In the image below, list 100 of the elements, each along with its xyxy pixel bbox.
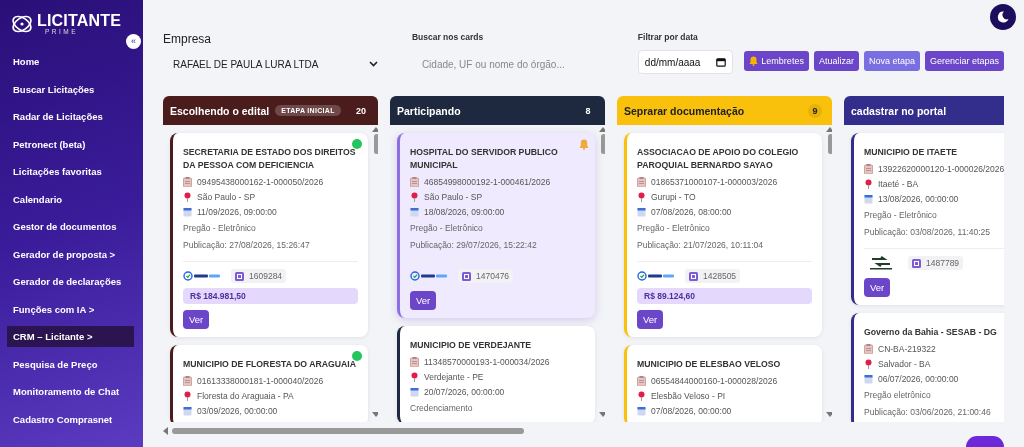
pin-icon [864, 178, 873, 189]
sidebar-item[interactable]: Cadastro Comprasnet [7, 408, 134, 430]
location: Salvador - BA [878, 358, 931, 369]
sidebar-item[interactable]: Home [7, 51, 134, 72]
card-title: Governo da Bahia - SESAB - DG [864, 326, 997, 339]
clipboard-icon [410, 176, 419, 187]
date-time: 20/07/2026, 00:00:00 [424, 386, 505, 397]
pin-icon [183, 390, 192, 401]
toolbar-button[interactable]: Atualizar [813, 51, 859, 71]
sidebar-item[interactable]: Petronect (beta) [7, 133, 134, 155]
portal-id-text: 1487789 [926, 258, 960, 268]
calendar-icon [715, 57, 726, 67]
clipboard-icon [410, 356, 419, 367]
process-number: 06554844000160-1-000028/2026 [651, 375, 778, 386]
collapse-button[interactable]: « [126, 34, 141, 49]
view-button[interactable]: Ver [637, 310, 664, 329]
card-title: HOSPITAL DO SERVIDOR PUBLICO MUNICIPAL [410, 146, 559, 172]
sidebar-item[interactable]: Pesquisa de Preço [7, 353, 134, 375]
id-icon [462, 271, 471, 281]
field-label: Filtrar por data [637, 32, 699, 42]
view-button[interactable]: Ver [864, 278, 891, 297]
bell-icon [749, 56, 759, 66]
pin-icon [637, 191, 646, 202]
view-button[interactable]: Ver [183, 310, 210, 329]
location: São Paulo - SP [424, 191, 483, 202]
modality: Pregão - Eletrônico [410, 222, 484, 235]
theme-toggle[interactable] [990, 4, 1016, 30]
calendar-icon [864, 193, 873, 204]
clipboard-icon [864, 163, 873, 174]
pin-icon [637, 390, 646, 401]
sidebar-item[interactable]: Gestor de documentos [7, 216, 134, 237]
view-button[interactable]: Ver [410, 291, 437, 310]
date-time: 11/09/2026, 09:00:00 [197, 206, 277, 217]
modality: Pregão - Eletrônico [183, 222, 257, 235]
calendar-icon [183, 206, 192, 217]
date-time: 03/09/2026, 00:00:00 [197, 405, 278, 416]
sidebar-item[interactable]: CRM – Licitante > [7, 326, 134, 347]
publication-date: Publicação: 21/07/2026, 10:11:04 [637, 239, 765, 252]
calendar-icon [637, 405, 646, 416]
sidebar-item[interactable]: Calendario [7, 188, 134, 210]
clipboard-icon [183, 375, 192, 386]
id-icon [689, 271, 698, 281]
calendar-icon [183, 405, 192, 416]
card-title: ASSOCIACAO DE APOIO DO COLEGIO PAROQUIAL BERNARDO SAYAO [637, 146, 800, 172]
column-title: Participando [397, 104, 461, 117]
card-count: 8 [584, 104, 592, 118]
location: Gurupi - TO [651, 191, 696, 202]
toolbar-button[interactable]: Gerenciar etapas [924, 51, 1004, 71]
moon-icon [997, 11, 1009, 23]
pin-icon [410, 371, 419, 382]
portal-id-text: 1428505 [703, 271, 737, 281]
column-title: Escolhendo o edital [170, 104, 270, 117]
date-time: 06/07/2026, 00:00:00 [878, 373, 959, 384]
sidebar-item[interactable]: Gerador de proposta > [7, 243, 134, 265]
modality: Pregão eletrônico [864, 389, 932, 402]
clipboard-icon [637, 176, 646, 187]
floating-action-button[interactable] [966, 436, 1004, 447]
modality: Pregão - Eletrônico [637, 222, 711, 235]
date-time: 18/08/2026, 09:00:00 [424, 206, 505, 217]
card-title: MUNICIPIO DE ELESBAO VELOSO [637, 358, 781, 371]
logo-title: LICITANTE [37, 12, 122, 29]
search-field[interactable]: Cidade, UF ou nome do órgão... [411, 54, 622, 74]
calendar-icon [637, 206, 646, 217]
modality: Pregão - Eletrônico [864, 209, 938, 222]
date-placeholder: dd/mm/aaaa [644, 56, 701, 68]
publication-date: Publicação: 29/07/2026, 15:22:42 [410, 239, 538, 252]
sidebar-item[interactable]: Buscar Licitações [7, 78, 134, 100]
portal-id-text: 1609284 [249, 271, 283, 281]
portal-id-text: 1470476 [476, 271, 510, 281]
location: Itaeté - BA [878, 178, 919, 189]
sidebar-item[interactable]: Radar de Licitações [7, 106, 134, 127]
clipboard-icon [637, 375, 646, 386]
field-label: Empresa [163, 32, 213, 46]
card-title: MUNICIPIO DE VERDEJANTE [410, 339, 532, 352]
calendar-icon [864, 373, 873, 384]
sidebar-item[interactable]: Funções com IA > [7, 298, 134, 320]
date-field[interactable]: dd/mm/aaaa [637, 50, 733, 74]
card-title: SECRETARIA DE ESTADO DOS DIREITOS DA PESSOA COM DEFICIENCIA [183, 146, 357, 172]
location: Verdejante - PE [424, 371, 484, 382]
process-number: 09495438000162-1-000050/2026 [197, 176, 324, 187]
process-number: 01865371000107-1-000003/2026 [651, 176, 778, 187]
sidebar-item[interactable]: Gerador de declarações [7, 271, 134, 292]
sidebar-item[interactable]: Licitações favoritas [7, 161, 134, 182]
column-title: Seprarar documentação [624, 104, 745, 117]
calendar-icon [410, 386, 419, 397]
card-title: MUNICIPIO DE FLORESTA DO ARAGUAIA [183, 358, 356, 371]
process-number: 13922620000120-1-000026/2026 [878, 163, 1004, 174]
publication-date: Publicação: 03/06/2026, 21:00:46 [864, 406, 992, 419]
toolbar-button[interactable]: Lembretes [744, 51, 809, 71]
company-select[interactable]: RAFAEL DE PAULA LURA LTDA [163, 54, 378, 74]
card-count: 9 [808, 103, 822, 118]
pin-icon [410, 191, 419, 202]
process-number: 46854998000192-1-000461/2026 [424, 176, 551, 187]
toolbar-button[interactable]: Nova etapa [863, 51, 920, 71]
sidebar-item[interactable]: Monitoramento de Chat [7, 381, 134, 402]
date-time: 13/08/2026, 00:00:00 [878, 193, 959, 204]
date-time: 07/08/2026, 00:00:00 [651, 405, 732, 416]
clipboard-icon [864, 343, 873, 354]
process-number: CN-BA-219322 [878, 343, 936, 354]
pin-icon [864, 358, 873, 369]
